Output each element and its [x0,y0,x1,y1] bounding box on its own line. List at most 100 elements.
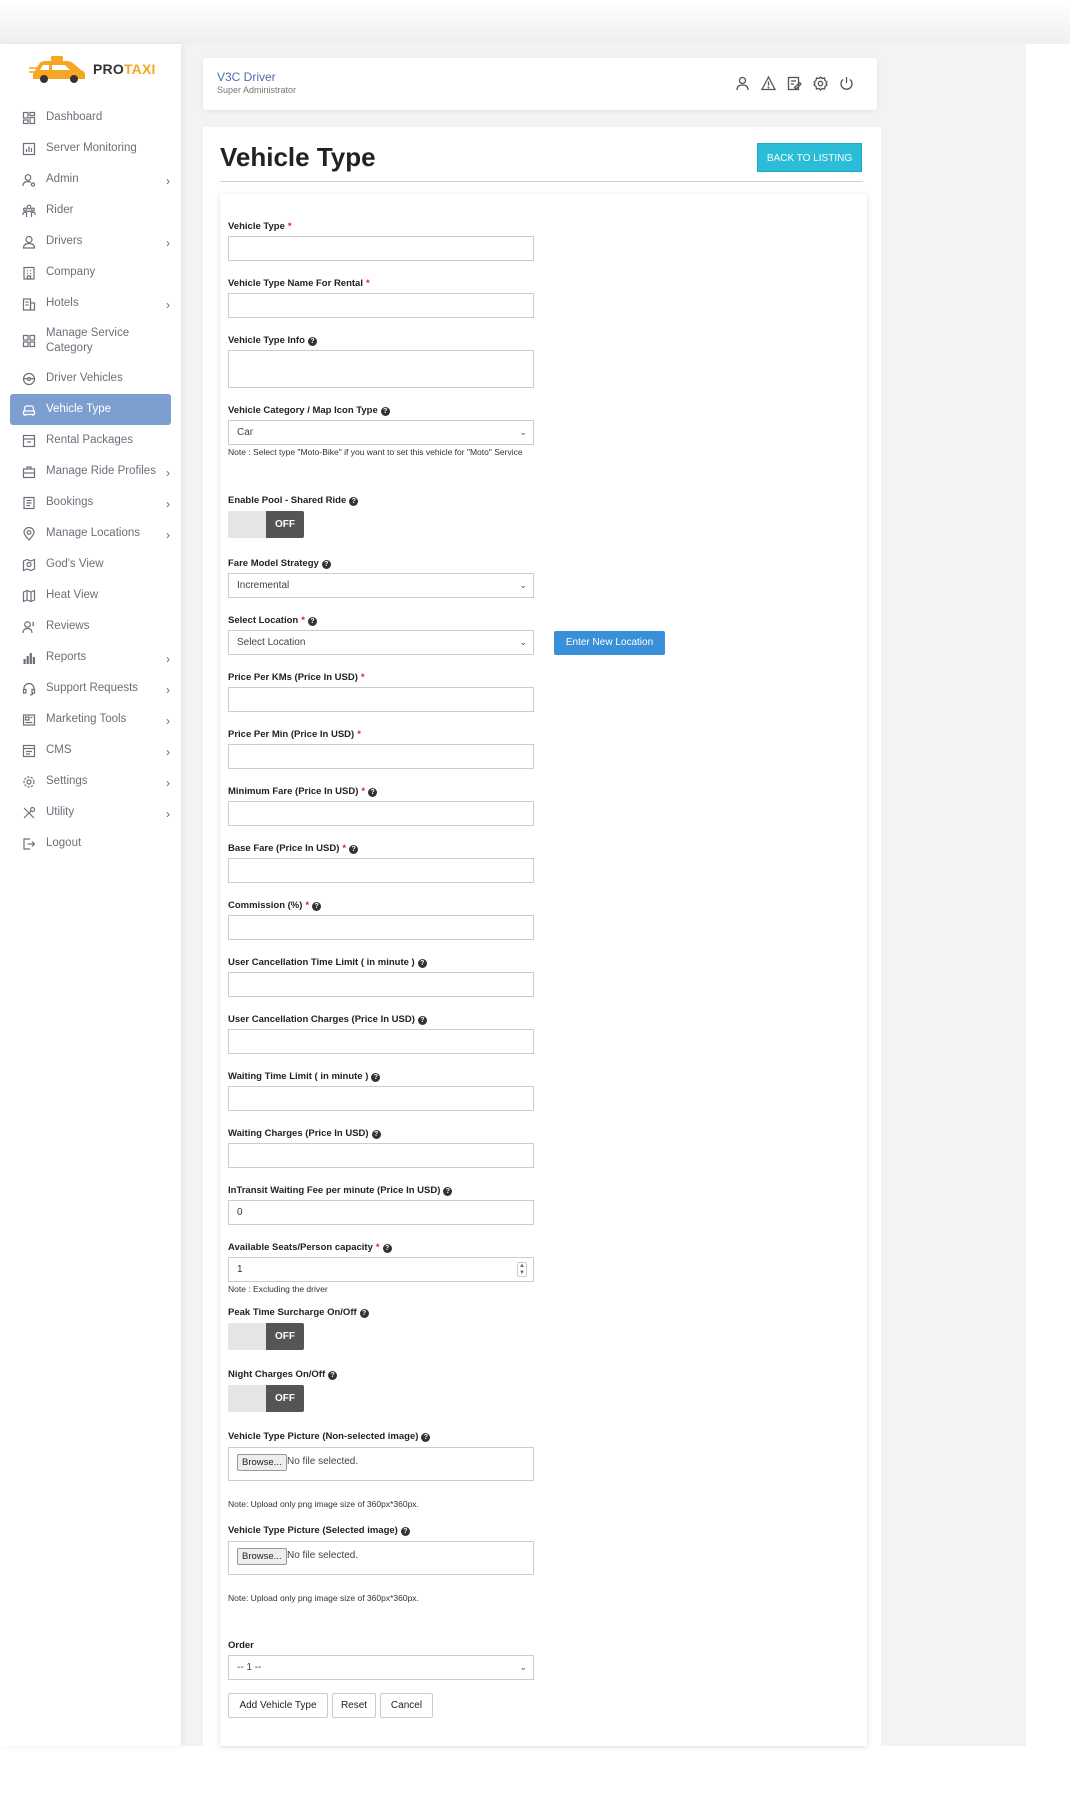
sidebar-item-logout[interactable]: Logout [0,828,181,859]
settings-icon[interactable] [812,75,829,92]
chevron-down-icon: ⌄ [519,1662,527,1672]
header-actions [734,75,855,92]
profile-icon[interactable] [734,75,751,92]
alert-icon[interactable] [760,75,777,92]
back-to-listing-button[interactable]: BACK TO LISTING [757,143,862,172]
sidebar-item-driver-vehicles[interactable]: Driver Vehicles [0,363,181,394]
location-label: Select Location *? [228,615,317,626]
help-icon: ? [368,788,378,797]
vehicle-type-label: Vehicle Type * [228,221,292,232]
sidebar-item-support-requests[interactable]: Support Requests › [0,673,181,704]
add-vehicle-type-button[interactable]: Add Vehicle Type [228,1693,328,1718]
user-role: Super Administrator [217,85,297,95]
price-min-label: Price Per Min (Price In USD) * [228,729,361,740]
cancel-limit-input[interactable] [228,972,534,997]
sidebar-item-label: Vehicle Type [46,403,112,415]
reset-button[interactable]: Reset [332,1693,376,1718]
pool-toggle[interactable]: OFF [228,511,304,538]
toggle-state: OFF [266,511,304,538]
cancel-button[interactable]: Cancel [380,1693,433,1718]
help-icon: ? [307,337,317,346]
category-select[interactable]: Car ⌄ [228,420,534,445]
sidebar-item-admin[interactable]: Admin › [0,164,181,195]
map-search-icon [22,558,36,572]
enter-new-location-button[interactable]: Enter New Location [554,631,665,655]
sidebar-item-manage-service-category[interactable]: Manage Service Category [0,319,181,363]
min-fare-input[interactable] [228,801,534,826]
sidebar-item-label: Bookings [46,496,94,508]
number-spinner-icon[interactable]: ▲ ▼ [517,1262,527,1277]
wait-charges-input[interactable] [228,1143,534,1168]
building-icon [22,266,36,280]
type-info-textarea[interactable] [228,350,534,388]
help-icon: ? [349,497,359,506]
pool-label: Enable Pool - Shared Ride? [228,495,359,506]
sidebar-item-label: Company [46,266,96,278]
sidebar-item-label: Drivers [46,235,83,247]
cancel-charges-input[interactable] [228,1029,534,1054]
base-fare-input[interactable] [228,858,534,883]
user-name[interactable]: V3C Driver [217,70,276,84]
peak-toggle[interactable]: OFF [228,1323,304,1350]
sidebar-item-label: Logout [46,837,82,849]
sidebar-item-label: Heat View [46,589,99,601]
sidebar-item-hotels[interactable]: Hotels › [0,288,181,319]
power-icon[interactable] [838,75,855,92]
sidebar-item-company[interactable]: Company [0,257,181,288]
order-label: Order [228,1640,254,1651]
top-fade [0,0,1070,44]
wait-limit-label: Waiting Time Limit ( in minute )? [228,1071,381,1082]
sidebar-item-label: God's View [46,558,104,570]
help-icon: ? [443,1187,453,1196]
brand-logo[interactable]: PROTAXI [29,52,156,86]
sidebar-item-manage-locations[interactable]: Manage Locations › [0,518,181,549]
sidebar-item-settings[interactable]: Settings › [0,766,181,797]
sidebar-item-vehicle-type[interactable]: Vehicle Type [10,394,171,425]
gear-icon [22,775,36,789]
sidebar-item-gods-view[interactable]: God's View [0,549,181,580]
rental-name-input[interactable] [228,293,534,318]
sidebar-item-rental-packages[interactable]: Rental Packages [0,425,181,456]
seats-input[interactable]: 1 ▲ ▼ [228,1257,534,1282]
price-min-input[interactable] [228,744,534,769]
sidebar-item-marketing-tools[interactable]: Marketing Tools › [0,704,181,735]
commission-label: Commission (%) *? [228,900,322,911]
sidebar-item-cms[interactable]: CMS › [0,735,181,766]
sidebar-item-utility[interactable]: Utility › [0,797,181,828]
location-select[interactable]: Select Location ⌄ [228,630,534,655]
category-label: Vehicle Category / Map Icon Type? [228,405,390,416]
night-toggle[interactable]: OFF [228,1385,304,1412]
location-icon [22,526,36,541]
sidebar-item-rider[interactable]: Rider [0,195,181,226]
cms-icon [22,744,36,758]
help-icon: ? [321,560,331,569]
wait-limit-input[interactable] [228,1086,534,1111]
map-icon [22,589,36,603]
sidebar-item-heat-view[interactable]: Heat View [0,580,181,611]
sidebar-item-manage-ride-profiles[interactable]: Manage Ride Profiles › [0,456,181,487]
sidebar-item-server-monitoring[interactable]: Server Monitoring [0,133,181,164]
edit-note-icon[interactable] [786,75,803,92]
pic-nonselected-file-input: Browse... No file selected. [228,1447,534,1481]
sidebar-item-dashboard[interactable]: Dashboard [0,102,181,133]
help-icon: ? [359,1309,369,1318]
browse-button[interactable]: Browse... [237,1454,287,1471]
fare-model-select[interactable]: Incremental ⌄ [228,573,534,598]
commission-input[interactable] [228,915,534,940]
chevron-down-icon: ⌄ [519,637,527,647]
sidebar-item-drivers[interactable]: Drivers › [0,226,181,257]
sidebar-item-reports[interactable]: Reports › [0,642,181,673]
order-select[interactable]: -- 1 -- ⌄ [228,1655,534,1680]
vehicle-type-input[interactable] [228,236,534,261]
category-note: Note : Select type "Moto-Bike" if you wa… [228,447,523,457]
brand-name: PROTAXI [93,61,156,77]
sidebar-item-bookings[interactable]: Bookings › [0,487,181,518]
book-icon [22,496,36,510]
pic-selected-note: Note: Upload only png image size of 360p… [228,1593,419,1603]
browse-button[interactable]: Browse... [237,1548,287,1565]
toggle-state: OFF [266,1385,304,1412]
transit-fee-input[interactable]: 0 [228,1200,534,1225]
sidebar-item-reviews[interactable]: Reviews [0,611,181,642]
sidebar-item-label: Hotels [46,297,79,309]
price-km-input[interactable] [228,687,534,712]
